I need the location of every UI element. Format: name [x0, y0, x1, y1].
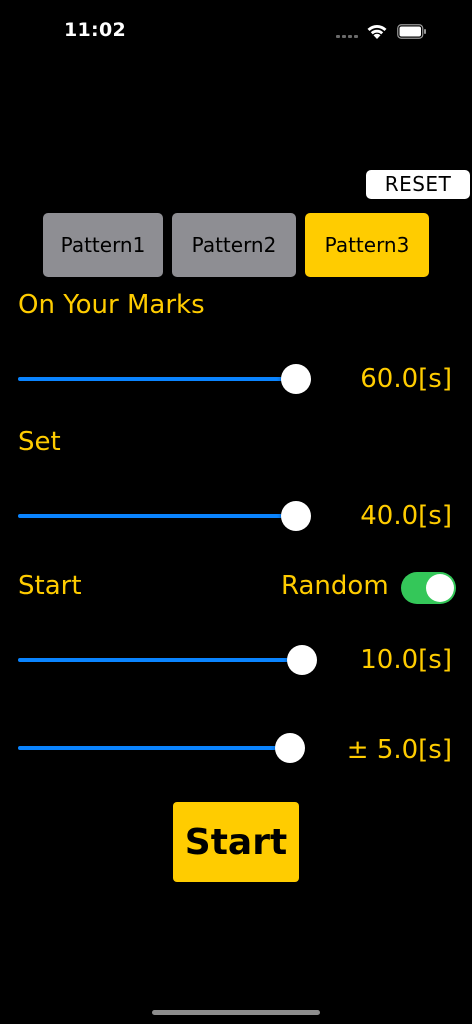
pattern2-button[interactable]: Pattern2 — [172, 213, 296, 277]
slider-track — [18, 514, 298, 518]
slider-thumb[interactable] — [287, 645, 317, 675]
wifi-icon — [367, 24, 387, 39]
toggle-knob — [426, 574, 454, 602]
set-label: Set — [18, 427, 61, 457]
on-your-marks-slider[interactable] — [18, 362, 314, 396]
status-time: 11:02 — [64, 19, 126, 41]
reset-button[interactable]: RESET — [366, 170, 470, 199]
on-your-marks-label: On Your Marks — [18, 290, 205, 320]
battery-icon — [397, 24, 426, 39]
set-value: 40.0[s] — [360, 501, 452, 531]
start-delay-slider[interactable] — [18, 643, 320, 677]
start-button[interactable]: Start — [173, 802, 299, 882]
slider-track — [18, 377, 298, 381]
slider-thumb[interactable] — [281, 364, 311, 394]
on-your-marks-value: 60.0[s] — [360, 364, 452, 394]
random-toggle[interactable] — [401, 572, 456, 604]
slider-thumb[interactable] — [275, 733, 305, 763]
random-label: Random — [281, 571, 389, 601]
home-indicator[interactable] — [152, 1010, 320, 1015]
slider-track — [18, 658, 304, 662]
set-slider[interactable] — [18, 499, 314, 533]
start-label: Start — [18, 571, 82, 601]
slider-track — [18, 746, 294, 750]
pattern3-button[interactable]: Pattern3 — [305, 213, 429, 277]
start-delay-value: 10.0[s] — [360, 645, 452, 675]
random-range-value: ± 5.0[s] — [346, 735, 452, 765]
pattern1-button[interactable]: Pattern1 — [43, 213, 163, 277]
slider-thumb[interactable] — [281, 501, 311, 531]
random-range-slider[interactable] — [18, 731, 310, 765]
cellular-signal-icon — [336, 35, 358, 38]
